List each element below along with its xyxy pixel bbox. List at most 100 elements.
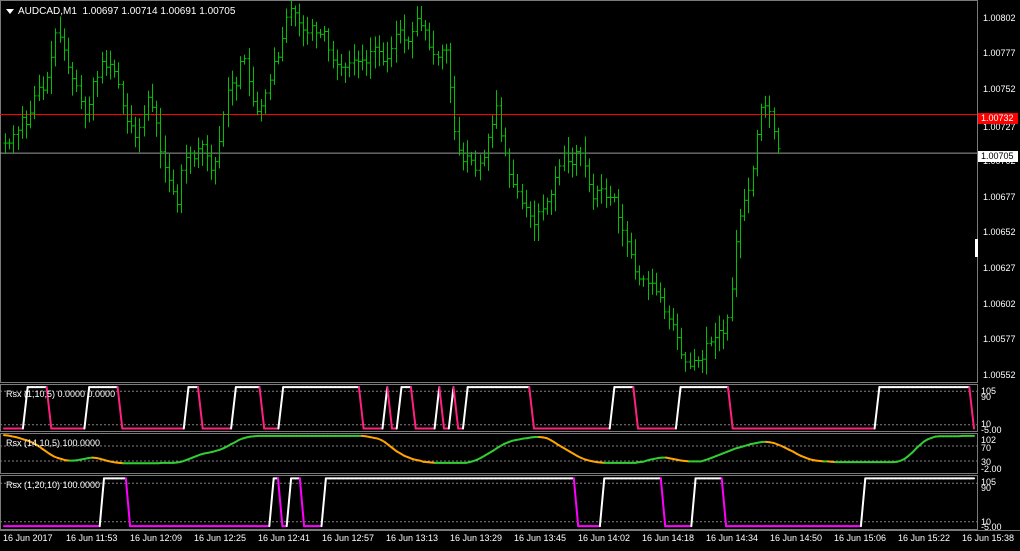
price-bar (100, 51, 105, 84)
price-bar (339, 53, 344, 77)
rsx-line-segment (320, 477, 327, 528)
rsx1-title: Rsx (1,10,5) 0.0000 0.0000 (6, 389, 116, 399)
price-bar (620, 203, 625, 247)
rsx-line-segment (727, 386, 734, 430)
price-bar (528, 201, 533, 228)
rsx-line-segment (452, 386, 460, 430)
rsx2-axis-label: -2.00 (981, 464, 1002, 474)
price-bar (259, 99, 264, 122)
rsx-line-segment (720, 477, 728, 528)
price-tick: 1.00777 (983, 48, 1016, 58)
price-bar (284, 8, 289, 44)
price-bar (163, 135, 168, 183)
price-tick: 1.00752 (983, 84, 1016, 94)
current-price-tag: 1.00705 (978, 151, 1018, 162)
price-bar (473, 150, 478, 177)
price-bar (507, 148, 512, 188)
price-bar (465, 140, 470, 173)
price-bar (499, 97, 504, 142)
price-bar (746, 177, 751, 214)
price-bar (289, 0, 294, 26)
price-bar (452, 75, 457, 141)
price-bar (633, 239, 638, 280)
rsx-line-segment (381, 386, 389, 430)
price-bar (373, 36, 378, 69)
rsx-line-segment (230, 386, 237, 430)
price-bar (721, 319, 726, 350)
price-bar (570, 147, 575, 178)
rsx-line-segment (395, 386, 403, 430)
price-bar (431, 30, 436, 65)
rsx-line-segment (357, 386, 365, 430)
chart-canvas (0, 0, 1020, 531)
price-bar (66, 37, 71, 75)
price-bar (188, 146, 193, 174)
rsx-line-segment (632, 386, 639, 430)
price-bar (74, 69, 79, 93)
price-bar (410, 21, 415, 59)
price-bar (293, 5, 298, 27)
price-bar (536, 203, 541, 242)
price-bar (440, 44, 445, 70)
rsx-line-segment (268, 477, 275, 528)
rsx-line-segment (873, 386, 881, 430)
price-bar (175, 184, 180, 213)
rsx-line-segment (690, 477, 697, 528)
rsx-line-segment (447, 386, 455, 430)
time-label: 16 Jun 11:53 (66, 533, 118, 543)
price-bar (129, 105, 134, 134)
price-bar (230, 70, 235, 106)
price-bar (629, 232, 634, 259)
price-bar (326, 28, 331, 62)
price-bar (612, 193, 617, 203)
rsx-line-segment (528, 386, 535, 430)
rsx3-title: Rsx (1,20,10) 100.0000 (6, 480, 101, 490)
price-bar (503, 127, 508, 157)
price-bar (95, 70, 100, 98)
price-bar (331, 40, 336, 69)
time-label: 16 Jun 14:50 (770, 533, 823, 543)
price-tick: 1.00677 (983, 192, 1016, 202)
time-label: 16 Jun 13:29 (450, 533, 503, 543)
price-bar (549, 189, 554, 215)
price-bar (268, 73, 273, 101)
price-bar (238, 56, 243, 90)
price-bar (776, 127, 781, 154)
price-tick: 1.00627 (983, 263, 1016, 273)
price-bar (167, 153, 172, 193)
price-bar (142, 105, 147, 137)
time-label: 16 Jun 13:45 (514, 533, 567, 543)
price-bar (7, 138, 12, 150)
time-label: 16 Jun 12:25 (194, 533, 247, 543)
time-label: 16 Jun 14:02 (578, 533, 631, 543)
time-label: 16 Jun 14:18 (642, 533, 695, 543)
price-bar (352, 44, 357, 76)
scroll-handle[interactable] (975, 239, 978, 257)
price-bar (595, 185, 600, 208)
price-bar (20, 106, 25, 139)
price-bar (377, 35, 382, 67)
price-bar (41, 76, 46, 100)
chart-symbol-title[interactable]: AUDCAD,M1 1.00697 1.00714 1.00691 1.0070… (6, 6, 235, 17)
chevron-down-icon[interactable] (6, 8, 14, 14)
time-label: 16 Jun 12:41 (258, 533, 311, 543)
price-bar (541, 194, 546, 221)
price-bar (759, 103, 764, 142)
time-label: 16 Jun 12:57 (322, 533, 375, 543)
price-bar (280, 26, 285, 62)
rsx-line-segment (197, 386, 204, 430)
price-bar (730, 277, 735, 322)
price-bar (637, 265, 642, 286)
price-bar (137, 118, 142, 153)
time-label: 16 Jun 15:06 (834, 533, 887, 543)
ohlc-values: 1.00697 1.00714 1.00691 1.00705 (82, 6, 236, 17)
time-label: 16 Jun 15:22 (898, 533, 951, 543)
price-tick: 1.00602 (983, 299, 1016, 309)
price-bar (692, 348, 697, 371)
price-bar (310, 19, 315, 41)
price-bar (486, 133, 491, 171)
price-bar (343, 62, 348, 83)
price-bar (587, 158, 592, 193)
price-bar (461, 142, 466, 171)
price-bar (709, 336, 714, 347)
